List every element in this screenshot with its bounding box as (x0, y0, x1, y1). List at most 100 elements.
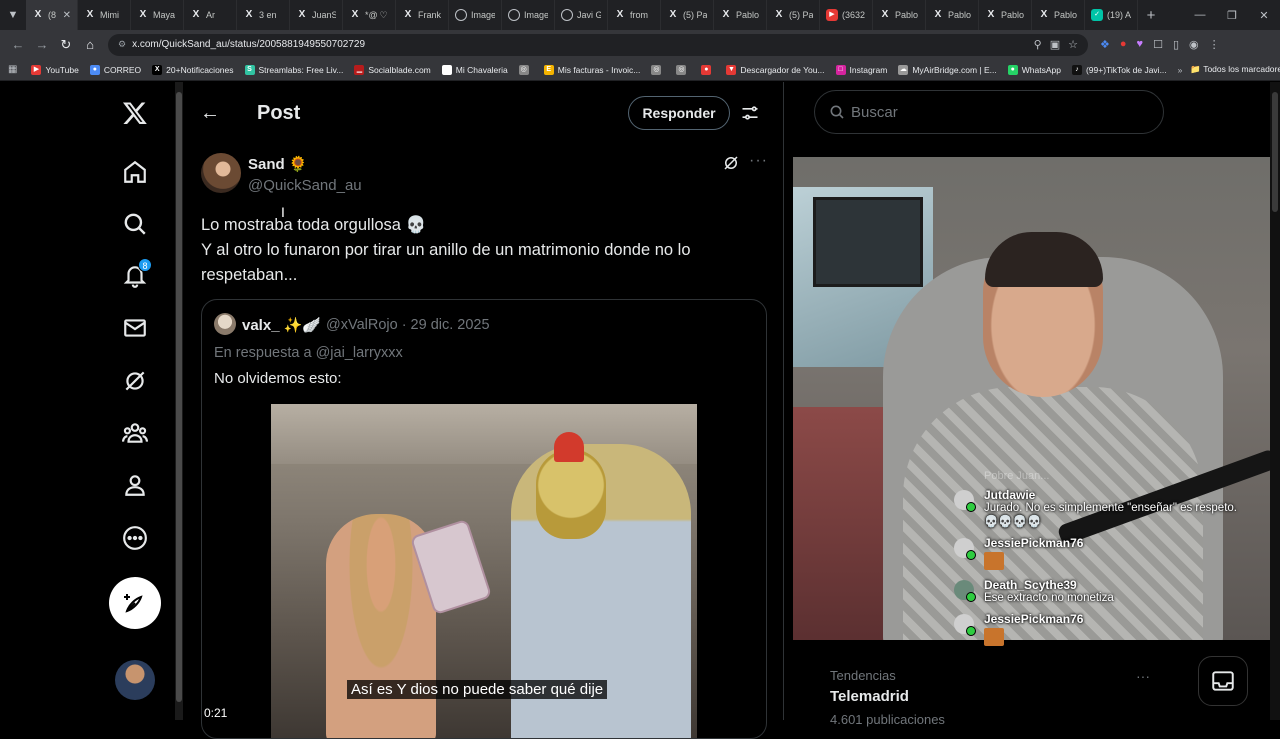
author-avatar[interactable] (201, 153, 241, 193)
forward-icon[interactable]: → (30, 37, 54, 52)
extension-icon[interactable]: ♥ (1137, 38, 1144, 51)
bookmark-item[interactable]: ● CORREO (89, 64, 141, 75)
more-options-icon[interactable] (112, 515, 158, 561)
explore-search-icon[interactable] (112, 201, 158, 247)
tab-title: (19) A (1107, 10, 1131, 20)
bookmark-item[interactable]: X 20+Notificaciones (152, 64, 234, 75)
bookmark-star-icon[interactable]: ☆ (1068, 38, 1078, 51)
bookmark-item[interactable]: ◎ (518, 64, 533, 75)
extensions-puzzle-icon[interactable]: ▯ (1173, 38, 1179, 51)
quoted-reply-to: En respuesta a @jai_larryxxx (214, 345, 403, 361)
video-player[interactable]: Así es Y dios no puede saber qué dije (271, 404, 697, 738)
browser-tab[interactable]: X (8 ✕ (26, 0, 78, 30)
bookmark-item[interactable]: ● WhatsApp (1007, 64, 1061, 75)
all-bookmarks-folder[interactable]: 📁 Todos los marcadores (1190, 64, 1280, 75)
url-bar[interactable]: ⚙ x.com/QuickSand_au/status/200588194955… (108, 33, 1088, 56)
bookmark-item[interactable]: ☁ MyAirBridge.com | E... (898, 64, 997, 75)
apps-grid-icon[interactable]: ▦ (8, 64, 17, 75)
browser-tab[interactable]: X Pablo (714, 0, 767, 30)
bookmark-item[interactable]: S Streamlabs: Free Liv... (244, 64, 343, 75)
trend-title[interactable]: Telemadrid (830, 688, 909, 705)
bookmark-item[interactable]: ◎ (676, 64, 690, 75)
browser-tab[interactable]: X Pablo (926, 0, 979, 30)
install-icon[interactable]: ▣ (1050, 38, 1060, 51)
back-arrow-icon[interactable]: ← (200, 102, 220, 125)
site-info-icon[interactable]: ⚙ (118, 39, 126, 50)
grok-icon[interactable] (112, 358, 158, 404)
account-avatar[interactable] (115, 660, 155, 700)
browser-tab[interactable]: X Maya (131, 0, 184, 30)
sidebar-scrollbar[interactable] (1270, 82, 1280, 720)
scrollbar-thumb[interactable] (176, 92, 182, 702)
browser-tab[interactable]: X 3 en (237, 0, 290, 30)
bookmark-item[interactable]: ▁ Socialblade.com (354, 64, 431, 75)
reload-icon[interactable]: ↻ (54, 37, 78, 53)
extension-icon[interactable]: ☐ (1153, 38, 1163, 51)
reply-settings-icon[interactable] (740, 103, 760, 128)
new-tab-button[interactable]: + (1138, 7, 1164, 24)
quoted-post[interactable]: valx_ ✨🪽 @xValRojo · 29 dic. 2025 En res… (201, 299, 767, 739)
browser-tab[interactable]: X Frank (396, 0, 449, 30)
x-favicon-icon: X (881, 9, 889, 20)
profile-icon[interactable] (112, 462, 158, 508)
browser-tab[interactable]: X JuanS (290, 0, 343, 30)
tab-title: Image (524, 10, 548, 20)
bookmark-item[interactable]: ▶ YouTube (31, 64, 79, 75)
browser-tab[interactable]: X (5) Pa (767, 0, 820, 30)
more-bookmarks-icon[interactable]: » (1178, 65, 1183, 75)
browser-tab[interactable]: Javi G (555, 0, 608, 30)
browser-tab[interactable]: X *@ ♡ (343, 0, 396, 30)
bookmark-item[interactable]: ▼ Descargador de You... (726, 64, 825, 75)
trend-more-icon[interactable]: ··· (1136, 668, 1150, 684)
compose-post-button[interactable] (109, 577, 161, 629)
minimize-icon[interactable]: — (1184, 9, 1216, 22)
browser-tab[interactable]: Image (502, 0, 555, 30)
trend-category: Tendencias (830, 668, 896, 683)
bookmark-item[interactable]: ◎ Mi Chavaleria (441, 64, 508, 75)
chat-avatar (954, 580, 976, 602)
close-tab-icon[interactable]: ✕ (63, 10, 71, 21)
bookmark-item[interactable]: ● (701, 64, 715, 75)
bookmark-item[interactable]: □ Instagram (835, 64, 887, 75)
scrollbar-thumb[interactable] (1272, 92, 1278, 212)
messages-drawer-button[interactable] (1198, 656, 1248, 706)
browser-tab[interactable]: ✓ (19) A (1085, 0, 1138, 30)
bookmark-item[interactable]: E Mis facturas - Invoic... (543, 64, 640, 75)
extension-icon[interactable]: ● (1120, 38, 1127, 51)
browser-tab[interactable]: X Ar (184, 0, 237, 30)
messages-mail-icon[interactable] (112, 305, 158, 351)
close-window-icon[interactable]: ✕ (1248, 9, 1280, 22)
browser-tab[interactable]: Xfrom (608, 0, 661, 30)
browser-menu-icon[interactable]: ⋮ (1209, 38, 1220, 51)
browser-tab[interactable]: Image (449, 0, 502, 30)
tab-title: Image (471, 10, 495, 20)
browser-tab[interactable]: X (5) Pa (661, 0, 714, 30)
home-icon[interactable]: ⌂ (78, 37, 102, 52)
x-logo-icon[interactable] (112, 90, 158, 136)
post-more-icon[interactable]: ··· (749, 152, 768, 170)
browser-tab[interactable]: ▶ (3632 (820, 0, 873, 30)
tab-search-menu[interactable]: ▼ (0, 0, 26, 30)
home-nav-icon[interactable] (112, 149, 158, 195)
browser-tab[interactable]: X Pablo (1032, 0, 1085, 30)
browser-tab[interactable]: X Pablo (873, 0, 926, 30)
reply-button[interactable]: Responder (628, 96, 730, 130)
author-name[interactable]: Sand 🌻 (248, 155, 307, 173)
author-handle[interactable]: @QuickSand_au (248, 177, 362, 194)
page-scrollbar[interactable] (175, 82, 183, 720)
grok-explain-icon[interactable] (722, 154, 740, 177)
bookmark-item[interactable]: ◎ (651, 64, 665, 75)
back-icon[interactable]: ← (6, 37, 30, 52)
search-input[interactable]: Buscar (814, 90, 1164, 134)
profile-avatar-icon[interactable]: ◉ (1189, 38, 1199, 51)
notifications-bell-icon[interactable]: 8 (112, 253, 158, 299)
chat-message: JessiePickman76 (944, 612, 1280, 646)
bookmark-item[interactable]: ♪ (99+)TikTok de Javi... (1071, 64, 1167, 75)
browser-tab[interactable]: X Pablo (979, 0, 1032, 30)
extension-icon[interactable]: ❖ (1100, 38, 1110, 51)
zoom-icon[interactable]: ⚲ (1034, 38, 1042, 51)
maximize-icon[interactable]: ❐ (1216, 9, 1248, 22)
communities-icon[interactable] (112, 410, 158, 456)
tab-title: *@ ♡ (365, 9, 388, 20)
browser-tab[interactable]: X Mimi (78, 0, 131, 30)
